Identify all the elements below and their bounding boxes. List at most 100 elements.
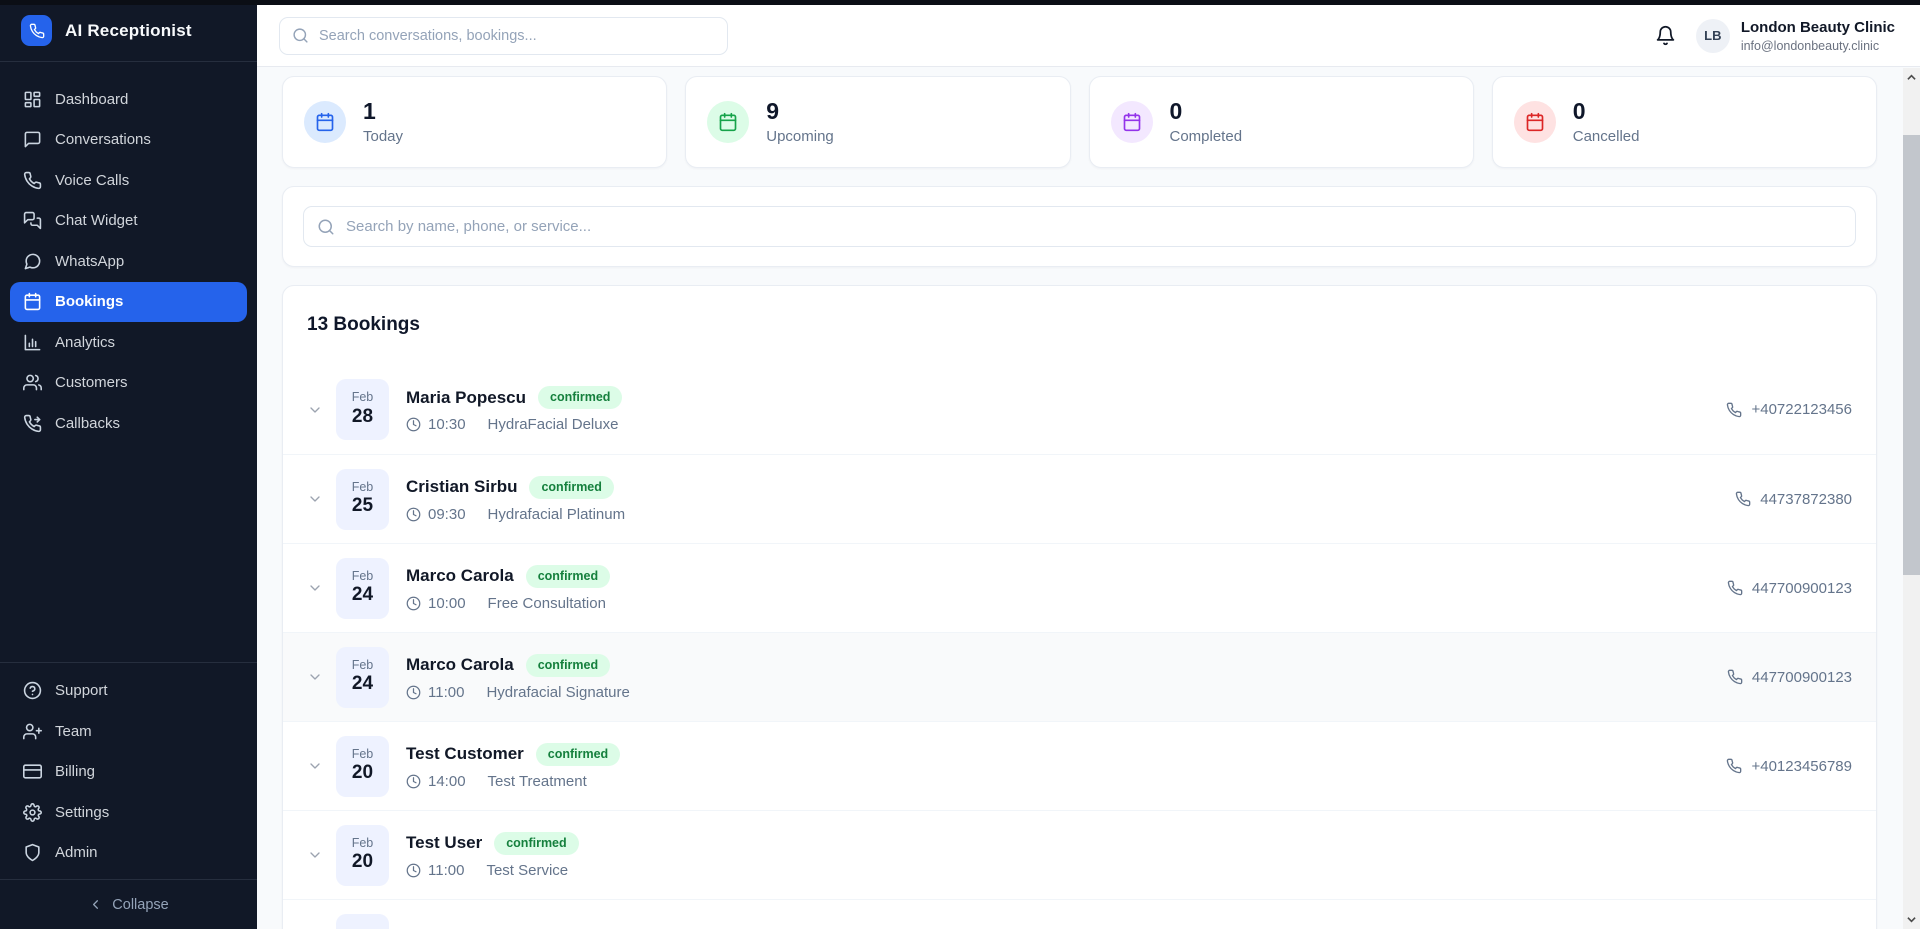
booking-row[interactable]: Feb Cristian Sirbu confirmed — [283, 899, 1876, 929]
booking-row[interactable]: Feb 24 Marco Carola confirmed 11:00 Hydr… — [283, 632, 1876, 721]
booking-phone-number: +40123456789 — [1751, 758, 1852, 775]
scrollbar-up-arrow[interactable] — [1903, 69, 1920, 86]
stat-value: 0 — [1573, 99, 1640, 123]
clock-icon — [406, 417, 421, 432]
phone-icon — [1735, 491, 1751, 507]
calendar-icon — [1111, 101, 1153, 143]
booking-service: Test Treatment — [488, 773, 587, 790]
booking-row[interactable]: Feb 25 Cristian Sirbu confirmed 09:30 Hy… — [283, 454, 1876, 543]
collapse-label: Collapse — [112, 897, 168, 913]
sidebar-item-label: Support — [55, 682, 108, 699]
booking-status-badge: confirmed — [538, 386, 622, 409]
booking-info: Test Customer confirmed 14:00 Test Treat… — [406, 743, 620, 790]
booking-row[interactable]: Feb 20 Test Customer confirmed 14:00 Tes… — [283, 721, 1876, 810]
booking-phone: +40722123456 — [1726, 401, 1852, 418]
booking-customer-name: Test Customer — [406, 744, 524, 764]
sidebar-item-support[interactable]: Support — [10, 671, 247, 712]
customers-icon — [23, 373, 42, 392]
scrollbar-down-arrow[interactable] — [1903, 911, 1920, 928]
chevron-down-icon[interactable] — [307, 758, 323, 774]
booking-phone-number: 447700900123 — [1752, 580, 1852, 597]
notifications-bell-icon[interactable] — [1655, 25, 1676, 46]
bookings-search-input[interactable] — [346, 218, 1842, 235]
booking-service: Free Consultation — [488, 595, 606, 612]
whatsapp-icon — [23, 252, 42, 271]
bookings-list: Feb 28 Maria Popescu confirmed 10:30 Hyd… — [283, 365, 1876, 929]
booking-customer-name: Test User — [406, 833, 482, 853]
sidebar-collapse-button[interactable]: Collapse — [0, 879, 257, 929]
account-name: London Beauty Clinic — [1741, 19, 1895, 37]
chevron-down-icon[interactable] — [307, 491, 323, 507]
sidebar-item-voice-calls[interactable]: Voice Calls — [10, 160, 247, 201]
booking-service: Hydrafacial Platinum — [488, 506, 626, 523]
sidebar-item-label: Customers — [55, 374, 128, 391]
booking-time: 11:00 — [428, 862, 464, 879]
bookings-search[interactable] — [303, 206, 1856, 247]
sidebar-item-team[interactable]: Team — [10, 711, 247, 752]
booking-month: Feb — [352, 391, 374, 405]
sidebar-item-label: Analytics — [55, 334, 115, 351]
phone-icon — [1727, 580, 1743, 596]
booking-phone-number: +40722123456 — [1751, 401, 1852, 418]
phone-icon — [1726, 758, 1742, 774]
booking-row[interactable]: Feb 28 Maria Popescu confirmed 10:30 Hyd… — [283, 365, 1876, 454]
sidebar-item-label: Admin — [55, 844, 98, 861]
booking-time: 14:00 — [428, 773, 466, 790]
booking-phone-number: 44737872380 — [1760, 491, 1852, 508]
sidebar-item-billing[interactable]: Billing — [10, 752, 247, 793]
booking-service: Test Service — [486, 862, 568, 879]
clock-icon — [406, 863, 421, 878]
booking-row[interactable]: Feb 24 Marco Carola confirmed 10:00 Free… — [283, 543, 1876, 632]
app-title: AI Receptionist — [65, 21, 192, 41]
chevron-down-icon[interactable] — [307, 847, 323, 863]
account-email: info@londonbeauty.clinic — [1741, 39, 1895, 53]
scrollbar-thumb[interactable] — [1903, 135, 1920, 575]
chevron-down-icon[interactable] — [307, 402, 323, 418]
sidebar-item-chat-widget[interactable]: Chat Widget — [10, 201, 247, 242]
admin-icon — [23, 843, 42, 862]
booking-service: Hydrafacial Signature — [486, 684, 629, 701]
sidebar-item-label: Callbacks — [55, 415, 120, 432]
booking-phone: +40123456789 — [1726, 758, 1852, 775]
bookings-filter-panel — [282, 186, 1877, 267]
booking-day: 20 — [352, 763, 373, 784]
booking-time: 09:30 — [428, 506, 466, 523]
sidebar-item-customers[interactable]: Customers — [10, 363, 247, 404]
sidebar-main-nav: Dashboard Conversations Voice Calls Chat… — [0, 62, 257, 444]
sidebar-item-conversations[interactable]: Conversations — [10, 120, 247, 161]
global-search[interactable] — [279, 17, 728, 55]
chevron-left-icon — [88, 897, 103, 912]
booking-date-badge: Feb 24 — [336, 558, 389, 619]
analytics-icon — [23, 333, 42, 352]
booking-status-badge: confirmed — [494, 832, 578, 855]
main-content: 1 Today 9 Upcoming 0 Completed 0 Cancell… — [257, 67, 1903, 929]
booking-month: Feb — [352, 659, 374, 673]
sidebar-spacer — [0, 444, 257, 662]
booking-phone-number: 447700900123 — [1752, 669, 1852, 686]
sidebar-item-label: WhatsApp — [55, 253, 124, 270]
sidebar-item-dashboard[interactable]: Dashboard — [10, 79, 247, 120]
sidebar-item-label: Voice Calls — [55, 172, 129, 189]
booking-row[interactable]: Feb 20 Test User confirmed 11:00 Test Se… — [283, 810, 1876, 899]
booking-status-badge: confirmed — [536, 743, 620, 766]
sidebar-item-bookings[interactable]: Bookings — [10, 282, 247, 323]
sidebar-item-whatsapp[interactable]: WhatsApp — [10, 241, 247, 282]
account-menu[interactable]: LB London Beauty Clinic info@londonbeaut… — [1696, 19, 1895, 53]
booking-info: Marco Carola confirmed 11:00 Hydrafacial… — [406, 654, 630, 701]
sidebar-item-settings[interactable]: Settings — [10, 792, 247, 833]
team-icon — [23, 722, 42, 741]
page-scrollbar[interactable] — [1903, 68, 1920, 929]
search-icon — [292, 27, 309, 44]
stat-label: Today — [363, 128, 403, 145]
sidebar-item-analytics[interactable]: Analytics — [10, 322, 247, 363]
sidebar-item-callbacks[interactable]: Callbacks — [10, 403, 247, 444]
global-search-input[interactable] — [319, 28, 715, 44]
billing-icon — [23, 762, 42, 781]
bookings-count-title: 13 Bookings — [307, 313, 1852, 336]
chevron-down-icon[interactable] — [307, 669, 323, 685]
chevron-down-icon[interactable] — [307, 580, 323, 596]
stat-card-upcoming: 9 Upcoming — [685, 76, 1070, 168]
sidebar-item-admin[interactable]: Admin — [10, 833, 247, 874]
sidebar-item-label: Settings — [55, 804, 109, 821]
dashboard-icon — [23, 90, 42, 109]
